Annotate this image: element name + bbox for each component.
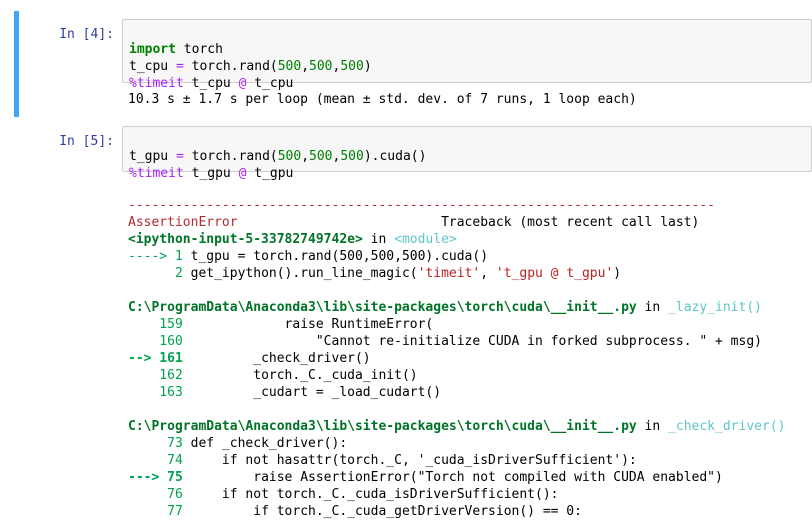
cell-prompt: In [4]: — [59, 27, 114, 42]
code-line: t_gpu = torch.rand(500,500,500).cuda() — [129, 149, 427, 164]
cell-prompt: In [5]: — [59, 134, 114, 149]
code-input[interactable]: import torch t_cpu = torch.rand(500,500,… — [122, 19, 812, 91]
code-input[interactable]: t_gpu = torch.rand(500,500,500).cuda() %… — [122, 126, 812, 181]
code-line: import torch — [129, 42, 223, 57]
traceback-output: ----------------------------------------… — [128, 198, 786, 519]
frame-function: _check_driver() — [668, 419, 786, 434]
traceback-separator: ----------------------------------------… — [128, 198, 715, 213]
frame-file: C:\ProgramData\Anaconda3\lib\site-packag… — [128, 300, 637, 315]
frame-function: _lazy_init() — [668, 300, 762, 315]
error-name: AssertionError — [128, 215, 238, 230]
frame-file: <ipython-input-5-33782749742e> — [128, 232, 363, 247]
code-line: %timeit t_cpu @ t_cpu — [129, 76, 294, 91]
frame-function: <module> — [394, 232, 457, 247]
cell-output: 10.3 s ± 1.7 s per loop (mean ± std. dev… — [128, 92, 637, 107]
code-line: t_cpu = torch.rand(500,500,500) — [129, 59, 372, 74]
frame-file: C:\ProgramData\Anaconda3\lib\site-packag… — [128, 419, 637, 434]
traceback-header: Traceback (most recent call last) — [441, 215, 700, 230]
code-line: %timeit t_gpu @ t_gpu — [129, 166, 294, 181]
